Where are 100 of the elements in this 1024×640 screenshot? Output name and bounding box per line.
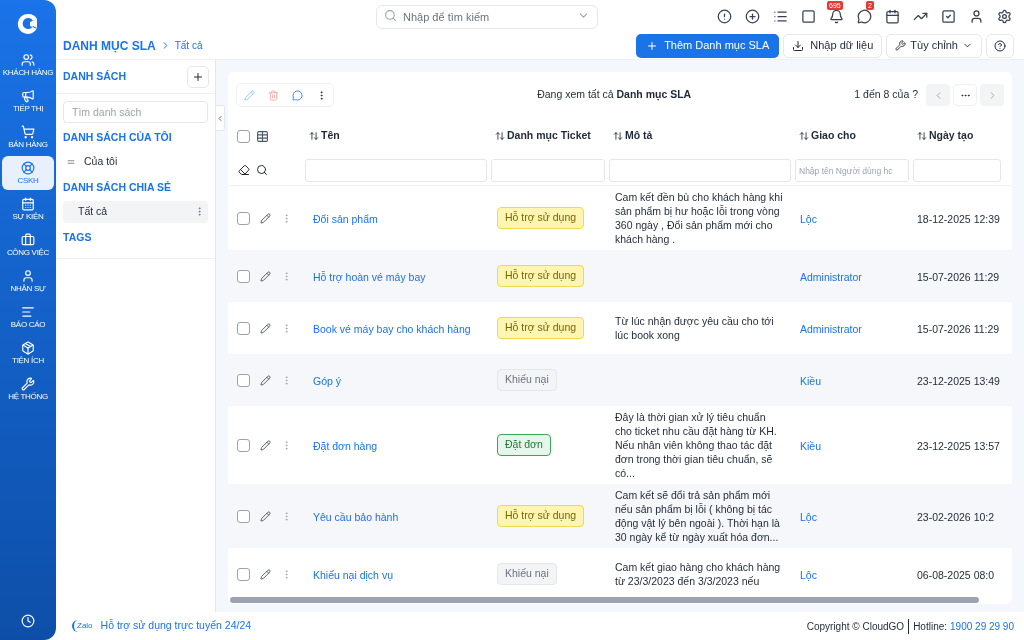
history-icon[interactable]	[21, 614, 35, 628]
list-item[interactable]: Tất cả	[63, 200, 208, 223]
filter-field[interactable]	[305, 159, 487, 183]
chevron-left-icon	[216, 113, 224, 123]
assignee-link[interactable]: Kiều	[800, 440, 821, 452]
pagination-text: 1 đến 8 của ?	[854, 87, 918, 103]
section-title: DANH SÁCH CỦA TÔI	[63, 130, 173, 145]
breadcrumb-link[interactable]: Tất cả	[174, 38, 203, 53]
task-icon[interactable]	[941, 8, 956, 24]
add-list-button[interactable]	[187, 65, 209, 88]
column-header[interactable]: Giao cho	[793, 128, 911, 144]
add-circle-icon[interactable]	[745, 8, 760, 24]
name-link[interactable]: Khiếu nại dịch vụ	[313, 569, 393, 581]
assignee-link[interactable]: Lộc	[800, 569, 817, 581]
collapse-button[interactable]	[215, 105, 225, 131]
nav-item[interactable]: CÔNG VIỆC	[2, 228, 54, 262]
copyright-text: Copyright © CloudGO	[806, 618, 910, 634]
assignee-link[interactable]: Lộc	[800, 511, 817, 523]
filter-field[interactable]: Nhập tên Người dùng hc	[795, 159, 909, 183]
import-button[interactable]: Nhập dữ liệu	[783, 33, 883, 58]
checkbox[interactable]	[237, 269, 250, 283]
checkbox[interactable]	[237, 567, 250, 581]
name-link[interactable]: Book vé máy bay cho khách hàng	[313, 323, 471, 335]
category-tag: Đặt đơn	[497, 434, 551, 456]
checkbox[interactable]	[237, 438, 250, 452]
checkbox[interactable]	[237, 129, 250, 143]
edit-icon[interactable]	[260, 374, 271, 386]
nav-item[interactable]: TIỆN ÍCH	[2, 336, 54, 370]
checkbox[interactable]	[237, 509, 250, 523]
nav-item[interactable]: BÁO CÁO	[2, 300, 54, 334]
add-button[interactable]: Thêm Danh mục SLA	[636, 33, 780, 58]
created-date: 18-12-2025 12:39	[917, 213, 1000, 225]
edit-icon[interactable]	[260, 270, 271, 282]
checkbox[interactable]	[237, 211, 250, 225]
customize-button[interactable]: Tùy chỉnh	[886, 33, 982, 58]
edit-icon[interactable]	[260, 510, 271, 522]
lifebuoy-icon	[21, 161, 35, 175]
cart-icon	[21, 125, 35, 139]
nav-item[interactable]: HỆ THỐNG	[2, 372, 54, 406]
search-field[interactable]: Nhập để tìm kiếm	[376, 5, 598, 29]
list-icon[interactable]	[773, 8, 788, 24]
nav-item[interactable]: SỰ KIỆN	[2, 192, 54, 226]
sort-icon	[495, 131, 505, 141]
plus-icon	[646, 39, 659, 52]
checkbox[interactable]	[237, 321, 250, 335]
user-icon[interactable]	[969, 8, 984, 24]
users-icon	[21, 53, 35, 67]
column-header[interactable]: Danh mục Ticket	[489, 128, 607, 144]
calendar-icon	[21, 197, 35, 211]
nav-item[interactable]: TIẾP THỊ	[2, 84, 54, 118]
calendar-icon[interactable]	[885, 8, 900, 24]
name-link[interactable]: Góp ý	[313, 375, 341, 387]
pages-button[interactable]	[953, 84, 977, 106]
name-link[interactable]: Đặt đơn hàng	[313, 440, 378, 452]
nav-item[interactable]: NHÂN SỰ	[2, 264, 54, 298]
description-text: Cam kết sẽ đổi trả sản phẩm mới nếu sản phẩm bị lỗi ( không bị tác động vật lý bên ngoài ). Thời hạn là 30 ngày kể từ ngày xuất hóa đơn...	[615, 488, 781, 544]
box-icon	[21, 341, 35, 355]
name-link[interactable]: Hỗ trợ hoàn vé máy bay	[313, 271, 426, 283]
edit-icon[interactable]	[260, 439, 271, 451]
assignee-link[interactable]: Administrator	[800, 271, 862, 283]
column-header[interactable]: Ngày tạo	[911, 128, 1003, 144]
horizontal-scrollbar[interactable]	[230, 596, 979, 603]
created-date: 23-02-2026 10:2	[917, 511, 995, 523]
assignee-link[interactable]: Lộc	[800, 213, 817, 225]
column-header[interactable]: Tên	[303, 128, 489, 144]
name-link[interactable]: Đổi sản phẩm	[313, 213, 378, 225]
settings-icon[interactable]	[997, 8, 1012, 24]
chat-icon[interactable]	[857, 8, 872, 24]
filter-field[interactable]	[491, 159, 605, 183]
columns-icon[interactable]	[256, 129, 269, 143]
help-button[interactable]	[986, 33, 1014, 58]
nav-item[interactable]: KHÁCH HÀNG	[2, 48, 54, 82]
column-header[interactable]: Mô tả	[607, 128, 793, 144]
notifications-icon[interactable]	[829, 8, 844, 24]
sort-icon	[799, 131, 809, 141]
created-date: 15-07-2026 11:29	[917, 271, 1000, 283]
edit-icon[interactable]	[260, 568, 271, 580]
report-icon	[21, 305, 35, 319]
checkbox[interactable]	[237, 373, 250, 387]
list-item[interactable]: Của tôi	[63, 150, 208, 173]
edit-icon[interactable]	[260, 322, 271, 334]
search-icon[interactable]	[256, 163, 268, 176]
hotline-link[interactable]: 1900 29 29 90	[950, 618, 1014, 634]
delete-icon[interactable]	[267, 89, 279, 101]
filter-field[interactable]	[609, 159, 791, 183]
assignee-link[interactable]: Kiều	[800, 375, 821, 387]
assignee-link[interactable]: Administrator	[800, 323, 862, 335]
name-link[interactable]: Yêu cầu bảo hành	[313, 511, 399, 523]
nav-item[interactable]: BÁN HÀNG	[2, 120, 54, 154]
eraser-icon[interactable]	[238, 163, 250, 176]
support-link[interactable]: Hỗ trợ sử dụng trực tuyến 24/24	[100, 618, 252, 634]
category-tag: Hỗ trợ sử dụng	[497, 317, 585, 339]
alert-icon[interactable]	[717, 8, 732, 24]
comment-icon[interactable]	[291, 89, 303, 101]
logo-icon	[16, 12, 40, 36]
description-text: Cam kết giao hàng cho khách hàng từ 23/3/2023 đến 3/3/2023 nếu	[615, 560, 782, 588]
edit-icon[interactable]	[260, 212, 271, 224]
nav-item[interactable]: CSKH	[2, 156, 54, 190]
list-search-field[interactable]: Tìm danh sách	[63, 101, 208, 123]
filter-field[interactable]	[913, 159, 1001, 183]
